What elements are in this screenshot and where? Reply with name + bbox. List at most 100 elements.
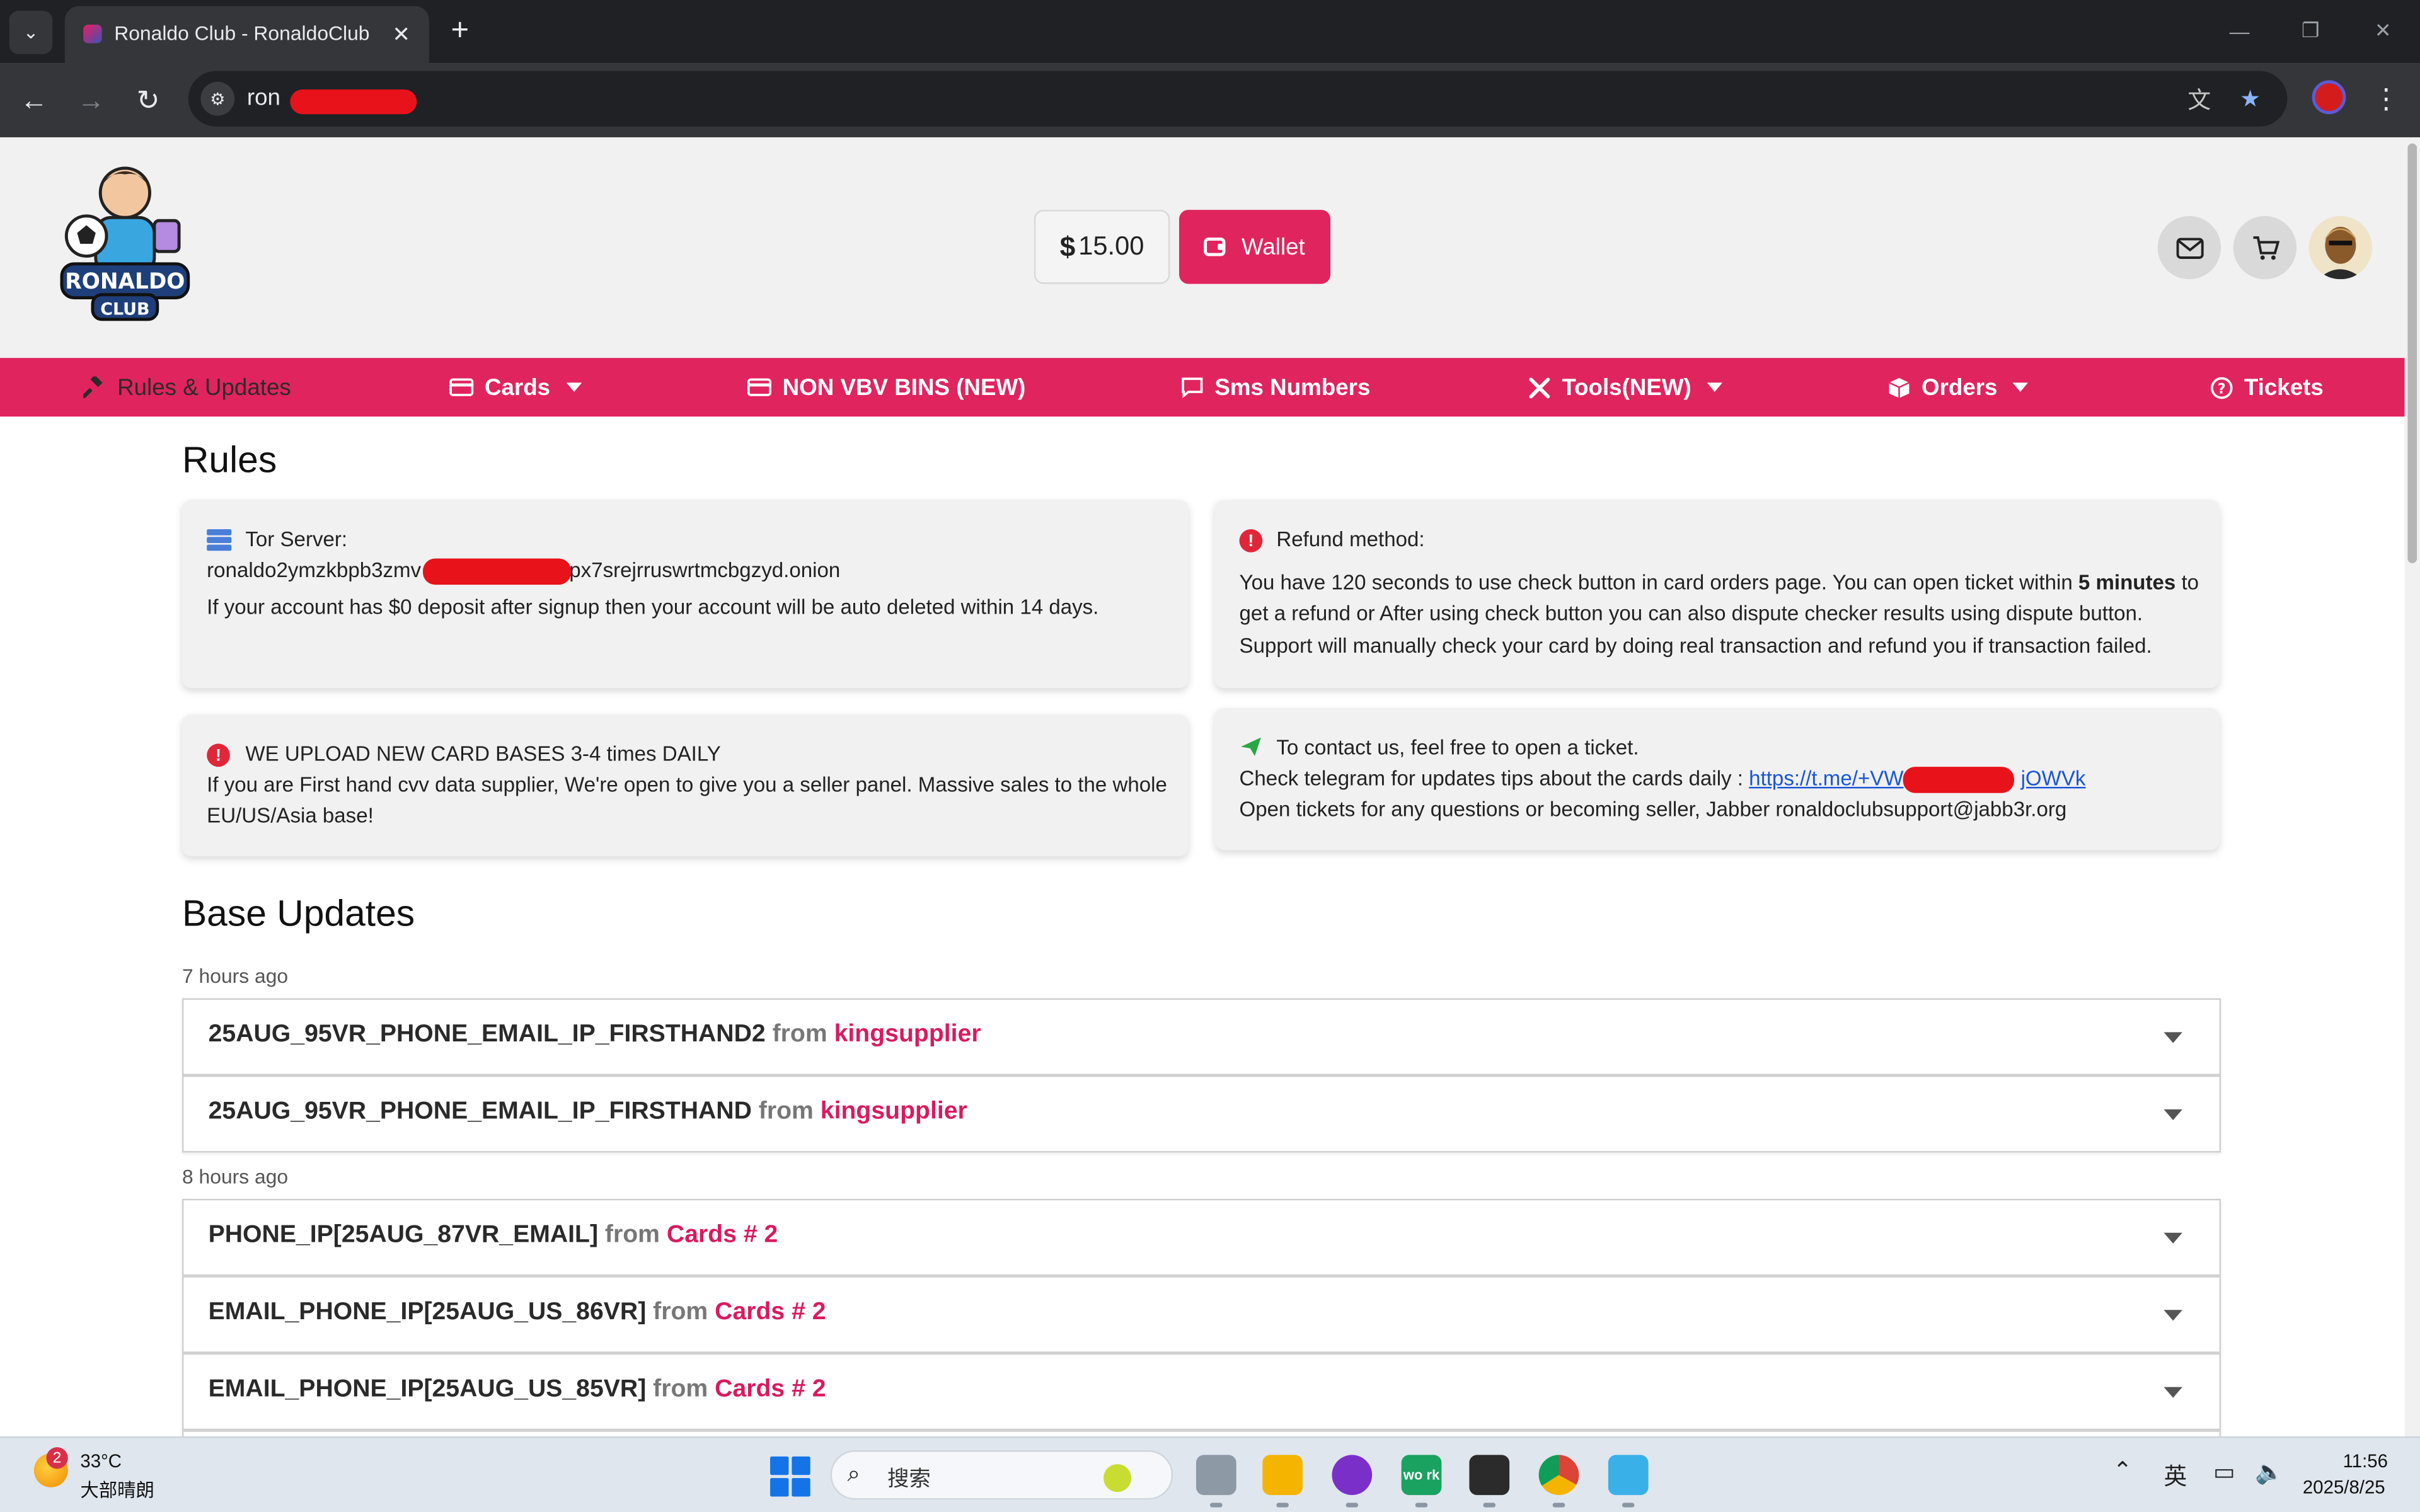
minimize-button[interactable]: — — [2216, 15, 2262, 46]
nav-non-vbv-bins-label: NON VBV BINS (NEW) — [782, 374, 1026, 401]
base-updates-heading: Base Updates — [182, 893, 415, 936]
messages-button[interactable] — [2157, 215, 2221, 280]
work-app-icon[interactable]: wo rk — [1401, 1455, 1442, 1508]
base-update-item[interactable]: PHONE_IP[25AUG_87VR_EMAIL] from Cards # … — [182, 1198, 2221, 1276]
site-info-icon[interactable]: ⚙ — [200, 81, 235, 116]
base-update-item[interactable]: EMAIL_PHONE_IP[25AUG_US_85VR] from Cards… — [182, 1353, 2221, 1431]
seller-name: kingsupplier — [820, 1098, 967, 1125]
from-word: from — [604, 1222, 660, 1249]
scrollbar-thumb[interactable] — [2407, 143, 2417, 563]
envelope-icon — [2175, 237, 2203, 258]
user-avatar[interactable] — [2308, 215, 2373, 280]
extension-icon[interactable] — [2312, 80, 2346, 115]
tab-title: Ronaldo Club - RonaldoClub — [114, 21, 370, 45]
reload-button[interactable]: ↻ — [128, 80, 168, 120]
update-time-label: 8 hours ago — [182, 1164, 289, 1188]
task-view-icon[interactable] — [1196, 1455, 1236, 1508]
base-name: EMAIL_PHONE_IP[25AUG_US_85VR] — [208, 1376, 647, 1403]
seller-name: kingsupplier — [834, 1021, 981, 1048]
telegram-link-end: jOWVk — [2020, 767, 2086, 790]
base-update-item-partial[interactable] — [182, 1430, 2221, 1437]
nav-cards[interactable]: Cards — [449, 358, 582, 416]
address-bar[interactable]: ⚙ ron 文 ★ — [188, 71, 2288, 127]
url-text[interactable]: ron — [247, 85, 280, 112]
close-icon: ✕ — [392, 21, 411, 46]
balance-amount: 15.00 — [1078, 231, 1144, 261]
gavel-icon — [82, 375, 107, 399]
from-word: from — [653, 1299, 708, 1326]
browser-tab[interactable]: Ronaldo Club - RonaldoClub ✕ — [64, 6, 429, 64]
from-word: from — [653, 1376, 708, 1403]
window-close-button[interactable]: ✕ — [2360, 15, 2406, 46]
nav-rules-updates[interactable]: Rules & Updates — [82, 358, 291, 416]
nav-sms-numbers[interactable]: Sms Numbers — [1179, 358, 1370, 416]
chevron-down-icon[interactable] — [2164, 1310, 2182, 1321]
tab-close-button[interactable]: ✕ — [386, 18, 417, 49]
weather-description[interactable]: 大部晴朗 — [80, 1477, 154, 1503]
refund-line-1-end: to — [2175, 571, 2199, 594]
page-content: RONALDO CLUB $ 15.00 Wallet Rules & Upda… — [0, 137, 2405, 1437]
new-tab-button[interactable]: + — [441, 13, 478, 50]
chevron-down-icon: ⌄ — [23, 21, 39, 43]
bookmark-star-icon[interactable]: ★ — [2233, 82, 2267, 116]
cart-icon — [2252, 235, 2279, 260]
chrome-icon[interactable] — [1538, 1455, 1579, 1508]
volume-icon[interactable]: 🔈 — [2255, 1458, 2284, 1486]
tools-icon — [1526, 375, 1551, 399]
restore-button[interactable]: ❐ — [2287, 15, 2333, 46]
exclamation-circle-icon: ! — [1239, 529, 1263, 553]
weather-temperature[interactable]: 33°C — [80, 1450, 122, 1472]
browser-menu-icon[interactable]: ⋮ — [2371, 80, 2402, 117]
tab-search-button[interactable]: ⌄ — [9, 11, 53, 54]
seller-name: Cards # 2 — [715, 1299, 826, 1326]
base-update-item[interactable]: 25AUG_95VR_PHONE_EMAIL_IP_FIRSTHAND from… — [182, 1075, 2221, 1153]
page-scrollbar[interactable] — [2404, 137, 2420, 1437]
telegram-prefix: Check telegram for updates tips about th… — [1239, 767, 1749, 790]
arrow-right-icon: → — [77, 84, 105, 115]
clock-time[interactable]: 11:56 — [2343, 1450, 2388, 1472]
nav-non-vbv-bins[interactable]: NON VBV BINS (NEW) — [747, 358, 1025, 416]
back-button[interactable]: ← — [14, 80, 54, 120]
chevron-down-icon[interactable] — [2164, 1387, 2182, 1398]
taskbar-search[interactable]: ⌕ 搜索 — [830, 1450, 1173, 1500]
nav-cards-label: Cards — [484, 374, 551, 401]
file-explorer-icon[interactable] — [1262, 1455, 1303, 1508]
chevron-down-icon[interactable] — [2164, 1032, 2182, 1043]
wallet-button[interactable]: Wallet — [1179, 210, 1331, 284]
update-time-label: 7 hours ago — [182, 964, 289, 988]
notepad-icon[interactable] — [1608, 1455, 1649, 1508]
tor-server-title: Tor Server: — [245, 527, 348, 551]
favicon-icon — [83, 25, 102, 43]
tor-browser-icon[interactable] — [1332, 1455, 1373, 1508]
clock-date[interactable]: 2025/8/25 — [2303, 1477, 2385, 1498]
network-icon[interactable]: ▭ — [2213, 1458, 2235, 1486]
nav-tools[interactable]: Tools(NEW) — [1526, 358, 1722, 416]
balance-display: $ 15.00 — [1034, 210, 1170, 284]
base-name: 25AUG_95VR_PHONE_EMAIL_IP_FIRSTHAND2 — [208, 1021, 766, 1048]
terminal-icon[interactable] — [1469, 1455, 1510, 1508]
base-update-item[interactable]: EMAIL_PHONE_IP[25AUG_US_86VR] from Cards… — [182, 1276, 2221, 1353]
ronaldo-club-logo[interactable]: RONALDO CLUB — [55, 156, 194, 325]
ime-indicator[interactable]: 英 — [2164, 1460, 2187, 1492]
search-icon: ⌕ — [847, 1461, 861, 1487]
cart-button[interactable] — [2233, 215, 2297, 280]
arrow-left-icon: ← — [20, 84, 48, 115]
telegram-link-start: https://t.me/+VW — [1749, 767, 1904, 790]
upload-title: WE UPLOAD NEW CARD BASES 3-4 times DAILY — [245, 742, 721, 765]
upload-line-1: If you are First hand cvv data supplier,… — [207, 772, 1167, 796]
os-taskbar: 2 33°C 大部晴朗 ⌕ 搜索 wo rk ⌃ 英 ▭ 🔈 11:56 202… — [0, 1436, 2420, 1512]
forward-button[interactable]: → — [71, 80, 112, 120]
translate-icon[interactable]: 文 — [2182, 82, 2216, 116]
tray-expand-icon[interactable]: ⌃ — [2113, 1457, 2133, 1484]
nav-tickets[interactable]: ? Tickets — [2209, 358, 2324, 416]
windows-start-icon[interactable] — [770, 1456, 810, 1497]
reload-icon: ↻ — [136, 84, 160, 115]
nav-orders[interactable]: Orders — [1886, 358, 2029, 416]
base-update-item[interactable]: 25AUG_95VR_PHONE_EMAIL_IP_FIRSTHAND2 fro… — [182, 998, 2221, 1075]
chevron-down-icon[interactable] — [2164, 1232, 2182, 1244]
exclamation-circle-icon: ! — [207, 743, 230, 767]
tennis-ball-icon — [1103, 1464, 1132, 1492]
chevron-down-icon[interactable] — [2164, 1109, 2182, 1120]
from-word: from — [758, 1098, 814, 1125]
seller-name: Cards # 2 — [715, 1376, 826, 1403]
